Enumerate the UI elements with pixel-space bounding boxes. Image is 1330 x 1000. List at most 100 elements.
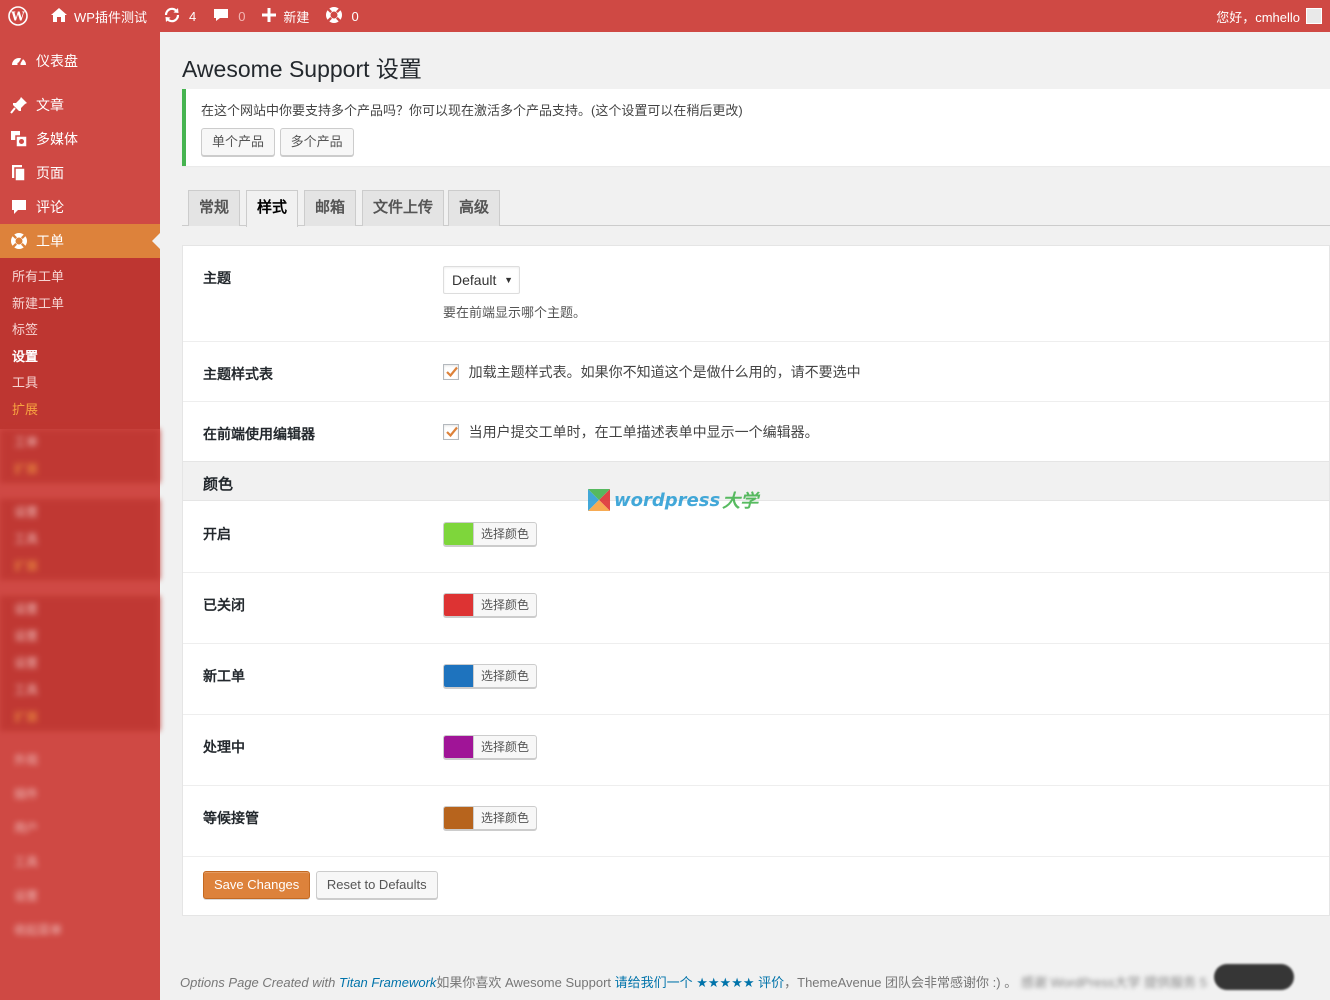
blurred-menu-row: 工单 (14, 435, 39, 449)
submenu-settings[interactable]: 设置 (0, 344, 160, 371)
tab-file-upload[interactable]: 文件上传 (362, 190, 445, 226)
editor-checkbox[interactable] (443, 424, 459, 440)
tab-general[interactable]: 常规 (188, 190, 241, 226)
stylesheet-checkbox-label: 加载主题样式表。如果你不知道这个是做什么用的，请不要选中 (468, 364, 861, 380)
color-row-on-hold: 等候接管 选择颜色 (183, 786, 1329, 857)
updates-link[interactable]: 4 (155, 0, 204, 32)
site-name-link[interactable]: WP插件测试 (42, 0, 155, 32)
color-picker-in-progress[interactable]: 选择颜色 (443, 735, 538, 759)
admin-bar: W WP插件测试 4 0 新建 0 您好，cmhello (0, 0, 1330, 32)
color-picker-on-hold[interactable]: 选择颜色 (443, 806, 538, 830)
multiple-products-button[interactable]: 多个产品 (279, 128, 354, 156)
page-title: Awesome Support 设置 (182, 56, 422, 82)
tab-email[interactable]: 邮箱 (304, 190, 357, 226)
rate-link[interactable]: 请给我们一个 ★★★★★ 评价 (615, 975, 785, 990)
blurred-menu-row: 设置 (14, 505, 39, 519)
settings-tabs: 常规 样式 邮箱 文件上传 高级 (182, 190, 1330, 227)
new-content-link[interactable]: 新建 (253, 0, 317, 32)
tab-advanced[interactable]: 高级 (448, 190, 501, 226)
watermark-logo-icon (588, 489, 610, 511)
color-label-open: 开启 (203, 526, 231, 542)
comment-icon (10, 198, 28, 216)
blurred-menu-row: 工具 (14, 532, 39, 546)
tab-style[interactable]: 样式 (246, 190, 299, 227)
editor-label: 在前端使用编辑器 (203, 426, 315, 442)
comment-bubble-icon (212, 7, 236, 26)
single-product-button[interactable]: 单个产品 (201, 128, 276, 156)
tickets-submenu: 所有工单 新建工单 标签 设置 工具 扩展 (0, 258, 160, 429)
stylesheet-checkbox[interactable] (443, 364, 459, 380)
editor-checkbox-label: 当用户提交工单时，在工单描述表单中显示一个编辑器。 (468, 424, 819, 440)
color-label-new: 新工单 (203, 668, 245, 684)
lifebuoy-icon (325, 6, 349, 27)
sidebar-item-dashboard[interactable]: 仪表盘 (0, 44, 160, 78)
color-swatch (444, 736, 474, 758)
color-picker-new[interactable]: 选择颜色 (443, 664, 538, 688)
color-picker-open[interactable]: 选择颜色 (443, 522, 538, 546)
footer: Options Page Created with Titan Framewor… (180, 975, 1207, 990)
color-swatch (444, 665, 474, 687)
blurred-menu-row: 扩展 (14, 462, 39, 476)
sidebar-item-comments[interactable]: 评论 (0, 190, 160, 224)
blurred-menu-row: 设置 (14, 629, 39, 643)
svg-text:W: W (10, 10, 25, 24)
blurred-menu-row: 设置 (14, 656, 39, 670)
color-row-closed: 已关闭 选择颜色 (183, 573, 1329, 644)
color-swatch (444, 523, 474, 545)
blurred-menu-row: 插件 (14, 787, 39, 801)
support-tickets-link[interactable]: 0 (317, 0, 366, 32)
sidebar-item-media[interactable]: 多媒体 (0, 122, 160, 156)
submenu-new-ticket[interactable]: 新建工单 (0, 291, 160, 318)
admin-sidebar: 仪表盘 文章 多媒体 页面 评论 工单 所有工单 新建工单 标签 设置 工具 扩… (0, 32, 160, 1000)
reset-defaults-button[interactable]: Reset to Defaults (315, 871, 438, 899)
avatar (1306, 8, 1322, 24)
sidebar-item-tickets[interactable]: 工单 (0, 224, 160, 258)
dashboard-icon (10, 52, 28, 70)
theme-select[interactable]: Default ▼ (443, 266, 520, 294)
color-swatch (444, 807, 474, 829)
blurred-menu-row: 收起菜单 (14, 923, 63, 937)
watermark: wordpress 大学 (588, 487, 758, 513)
dropdown-arrow-icon: ▼ (504, 275, 513, 285)
color-label-on-hold: 等候接管 (203, 810, 259, 826)
editor-row: 在前端使用编辑器 当用户提交工单时，在工单描述表单中显示一个编辑器。 (183, 402, 1329, 462)
color-row-new: 新工单 选择颜色 (183, 644, 1329, 715)
floating-toolbar[interactable] (1214, 964, 1294, 990)
wordpress-logo-icon[interactable]: W (0, 0, 42, 32)
color-row-in-progress: 处理中 选择颜色 (183, 715, 1329, 786)
submenu-all-tickets[interactable]: 所有工单 (0, 264, 160, 291)
theme-row: 主题 Default ▼ 要在前端显示哪个主题。 (183, 246, 1329, 342)
blurred-menu-row: 工具 (14, 855, 39, 869)
refresh-icon (163, 7, 187, 26)
theme-description: 要在前端显示哪个主题。 (443, 305, 587, 320)
checkmark-icon (446, 426, 458, 438)
blurred-footer-text: 感谢 WordPress大学 提供服务 5 (1020, 975, 1207, 990)
titan-framework-link[interactable]: Titan Framework (339, 975, 436, 990)
blurred-menu-row: 设置 (14, 889, 39, 903)
comments-link[interactable]: 0 (204, 0, 253, 32)
sidebar-item-posts[interactable]: 文章 (0, 88, 160, 122)
submenu-tags[interactable]: 标签 (0, 317, 160, 344)
color-picker-closed[interactable]: 选择颜色 (443, 593, 538, 617)
submenu-tools[interactable]: 工具 (0, 370, 160, 397)
settings-panel: 主题 Default ▼ 要在前端显示哪个主题。 主题样式表 加载主题样式表。如… (182, 245, 1330, 916)
blurred-menu-row: 工具 (14, 683, 39, 697)
blurred-menu-row: 扩展 (14, 559, 39, 573)
sidebar-item-pages[interactable]: 页面 (0, 156, 160, 190)
multi-product-notice: 在这个网站中你要支持多个产品吗？你可以现在激活多个产品支持。(这个设置可以在稍后… (182, 89, 1330, 166)
blurred-menu-row: 用户 (14, 821, 39, 835)
color-label-in-progress: 处理中 (203, 739, 245, 755)
pin-icon (10, 96, 28, 114)
stylesheet-label: 主题样式表 (203, 366, 273, 382)
page-icon (10, 164, 28, 182)
my-account-link[interactable]: 您好，cmhello (1208, 0, 1330, 32)
blurred-menu-row: 外观 (14, 753, 39, 767)
checkmark-icon (446, 366, 458, 378)
stylesheet-row: 主题样式表 加载主题样式表。如果你不知道这个是做什么用的，请不要选中 (183, 342, 1329, 402)
theme-label: 主题 (203, 270, 231, 286)
blurred-menu-row: 设置 (14, 602, 39, 616)
color-label-closed: 已关闭 (203, 597, 245, 613)
blurred-menu-row: 扩展 (14, 710, 39, 724)
save-changes-button[interactable]: Save Changes (203, 871, 311, 899)
submenu-extensions[interactable]: 扩展 (0, 397, 160, 424)
